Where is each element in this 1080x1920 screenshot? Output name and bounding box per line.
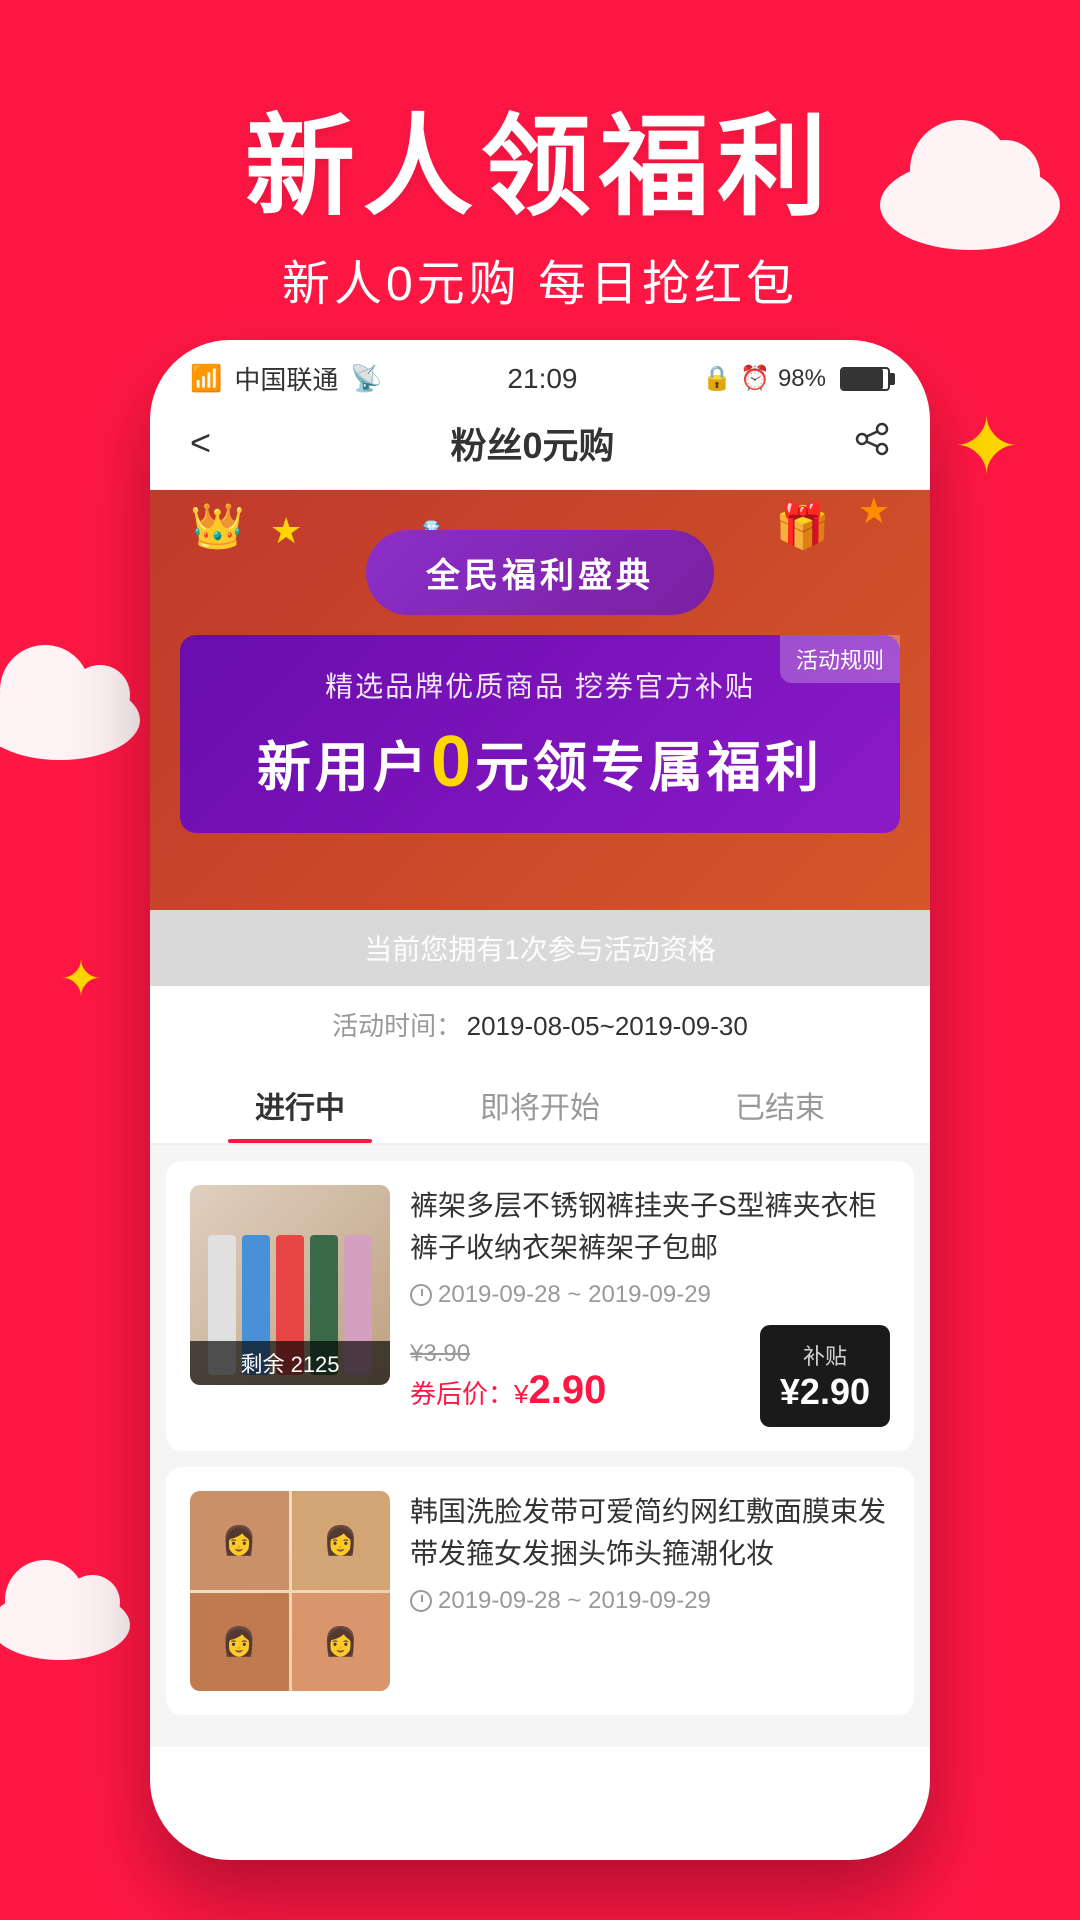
- page-title: 粉丝0元购: [451, 417, 615, 469]
- women-photo-2: 👩: [292, 1491, 391, 1590]
- status-bar: 📶 中国联通 📡 21:09 🔒 ⏰ 98%: [150, 340, 930, 407]
- cloud-decoration-bottom-left: [0, 1590, 130, 1660]
- clock-icon-1: [410, 1284, 432, 1306]
- hero-title: 新人领福利: [245, 107, 835, 228]
- tab-upcoming[interactable]: 即将开始: [420, 1083, 660, 1143]
- deco-gift: 🎁: [775, 500, 830, 552]
- product-date-2: 2019-09-28 ~ 2019-09-29: [410, 1587, 890, 1615]
- back-button[interactable]: <: [190, 422, 211, 464]
- deco-star-right: ★: [858, 490, 890, 532]
- product-info-2: 韩国洗脸发带可爱简约网红敷面膜束发带发箍女发捆头饰头箍潮化妆 2019-09-2…: [410, 1491, 890, 1691]
- cloud-decoration-left: [0, 680, 140, 760]
- activity-info: 当前您拥有1次参与活动资格: [150, 910, 930, 986]
- activity-time-label: 活动时间：: [332, 1011, 462, 1041]
- remaining-badge-1: 剩余 2125: [190, 1341, 390, 1385]
- product-price-row-1: ¥3.90 券后价：¥2.90 补贴 ¥2.90: [410, 1325, 890, 1427]
- product-card-1[interactable]: 剩余 2125 裤架多层不锈钢裤挂夹子S型裤夹衣柜裤子收纳衣架裤架子包邮 201…: [166, 1161, 914, 1451]
- price-section-1: ¥3.90 券后价：¥2.90: [410, 1340, 606, 1413]
- activity-time: 活动时间： 2019-08-05~2019-09-30: [150, 986, 930, 1063]
- product-date-1: 2019-09-28 ~ 2019-09-29: [410, 1281, 890, 1309]
- promo-subtitle: 精选品牌优质商品 挖券官方补贴: [210, 665, 870, 705]
- tab-ended[interactable]: 已结束: [660, 1083, 900, 1143]
- women-photo-3: 👩: [190, 1593, 289, 1692]
- alarm-icon: ⏰: [740, 364, 770, 393]
- promo-zero: 0: [431, 722, 475, 802]
- status-left: 📶 中国联通 📡: [190, 360, 383, 397]
- status-time: 21:09: [507, 363, 577, 395]
- festival-badge: 全民福利盛典: [366, 530, 714, 615]
- tab-ongoing[interactable]: 进行中: [180, 1083, 420, 1143]
- share-button[interactable]: [854, 421, 890, 466]
- carrier-name: 中国联通: [234, 360, 338, 397]
- festival-badge-text: 全民福利盛典: [426, 557, 654, 595]
- original-price-1: ¥3.90: [410, 1340, 606, 1368]
- status-right: 🔒 ⏰ 98%: [702, 364, 890, 393]
- product-image-2: 👩 👩 👩 👩: [190, 1491, 390, 1691]
- signal-icon: 📶: [190, 363, 222, 394]
- hero-section: 新人领福利 新人0元购 每日抢红包: [0, 0, 1080, 380]
- nav-bar: < 粉丝0元购: [150, 407, 930, 490]
- phone-mockup: 📶 中国联通 📡 21:09 🔒 ⏰ 98% < 粉丝0元购: [150, 340, 930, 1860]
- subsidy-button-1[interactable]: 补贴 ¥2.90: [760, 1325, 890, 1427]
- lock-icon: 🔒: [702, 364, 732, 393]
- activity-tip-text: 当前您拥有1次参与活动资格: [364, 934, 716, 965]
- tabs: 进行中 即将开始 已结束: [150, 1063, 930, 1145]
- battery-percent: 98%: [778, 365, 826, 393]
- deco-crown: 👑: [190, 500, 245, 552]
- women-photo-4: 👩: [292, 1593, 391, 1692]
- promo-main-text: 新用户0元领专属福利: [210, 721, 870, 803]
- banner: 👑 ★ 🎁 ★ ✂ 🪙 💍 全民福利盛典 活动规则 精选品牌优质商品 挖券官方补…: [150, 490, 930, 910]
- product-title-2: 韩国洗脸发带可爱简约网红敷面膜束发带发箍女发捆头饰头箍潮化妆: [410, 1491, 890, 1575]
- promo-prefix: 新用户: [257, 738, 431, 798]
- activity-rules-label[interactable]: 活动规则: [780, 635, 900, 683]
- product-card-2[interactable]: 👩 👩 👩 👩 韩国洗脸发带可爱简约网红敷面膜束发带发箍女发捆头饰头箍潮化妆 2…: [166, 1467, 914, 1715]
- product-image-1: 剩余 2125: [190, 1185, 390, 1385]
- wifi-icon: 📡: [350, 363, 382, 394]
- clock-icon-2: [410, 1590, 432, 1612]
- hero-subtitle: 新人0元购 每日抢红包: [282, 244, 798, 314]
- product-list: 剩余 2125 裤架多层不锈钢裤挂夹子S型裤夹衣柜裤子收纳衣架裤架子包邮 201…: [150, 1145, 930, 1747]
- coupon-price-1: 券后价：¥2.90: [410, 1368, 606, 1413]
- sparkle-icon-1: ✦: [953, 400, 1020, 493]
- deco-star-left: ★: [270, 510, 302, 552]
- women-photo-1: 👩: [190, 1491, 289, 1590]
- product-title-1: 裤架多层不锈钢裤挂夹子S型裤夹衣柜裤子收纳衣架裤架子包邮: [410, 1185, 890, 1269]
- promo-box: 活动规则 精选品牌优质商品 挖券官方补贴 新用户0元领专属福利: [180, 635, 900, 833]
- sparkle-icon-2: ✦: [60, 950, 102, 1008]
- promo-suffix: 元领专属福利: [475, 738, 823, 798]
- product-info-1: 裤架多层不锈钢裤挂夹子S型裤夹衣柜裤子收纳衣架裤架子包邮 2019-09-28 …: [410, 1185, 890, 1427]
- activity-time-value: 2019-08-05~2019-09-30: [467, 1011, 748, 1041]
- battery-icon: [840, 367, 890, 391]
- content-area[interactable]: 👑 ★ 🎁 ★ ✂ 🪙 💍 全民福利盛典 活动规则 精选品牌优质商品 挖券官方补…: [150, 490, 930, 1840]
